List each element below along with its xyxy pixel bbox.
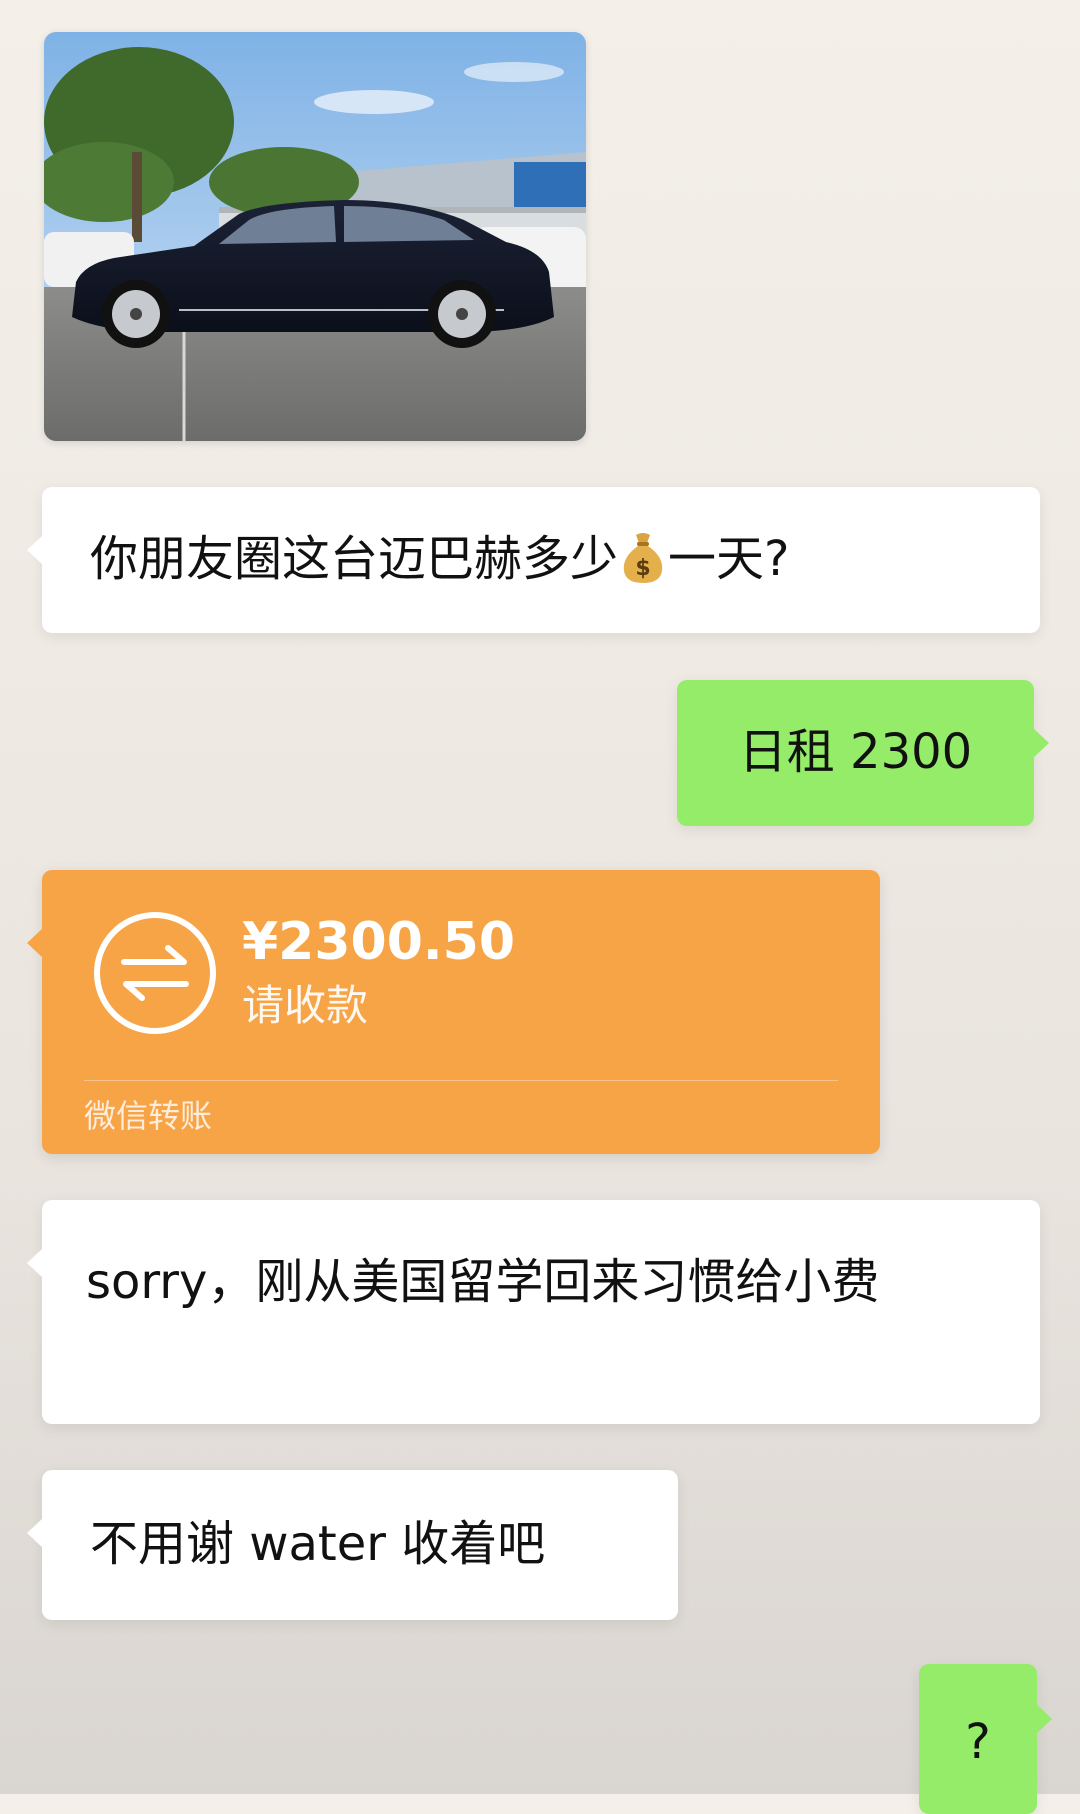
transfer-status: 请收款 — [242, 981, 369, 1030]
transfer-footer-label: 微信转账 — [84, 1097, 213, 1135]
divider — [84, 1080, 838, 1081]
transfer-amount: ¥2300.50 — [242, 912, 516, 972]
message-text-suffix: 一天? — [668, 531, 790, 587]
message-text: 日租 2300 — [738, 724, 973, 780]
incoming-message-bubble[interactable]: sorry，刚从美国留学回来习惯给小费 — [27, 1200, 1040, 1424]
message-text: ? — [965, 1714, 991, 1770]
message-text: 你朋友圈这台迈巴赫多少 — [90, 531, 619, 587]
wechat-transfer-card[interactable]: ¥2300.50 请收款 微信转账 — [27, 870, 880, 1154]
car-photo-message[interactable] — [44, 32, 586, 441]
message-text: sorry，刚从美国留学回来习惯给小费 — [86, 1254, 880, 1310]
outgoing-message-bubble[interactable]: 日租 2300 — [677, 680, 1049, 826]
outgoing-message-bubble[interactable]: ? — [919, 1664, 1052, 1814]
message-text: 不用谢 water 收着吧 — [90, 1516, 546, 1572]
car-photo — [44, 32, 586, 441]
svg-text:$: $ — [635, 556, 650, 581]
incoming-message-bubble[interactable]: 不用谢 water 收着吧 — [27, 1470, 678, 1620]
money-bag-icon: $ — [623, 533, 663, 583]
chat-area: 你朋友圈这台迈巴赫多少 $ 一天? 日租 2300 ¥2300.50 请收款 微… — [0, 0, 1080, 1814]
transfer-arrows-icon — [94, 912, 216, 1034]
incoming-message-bubble[interactable]: 你朋友圈这台迈巴赫多少 $ 一天? — [27, 487, 1040, 633]
